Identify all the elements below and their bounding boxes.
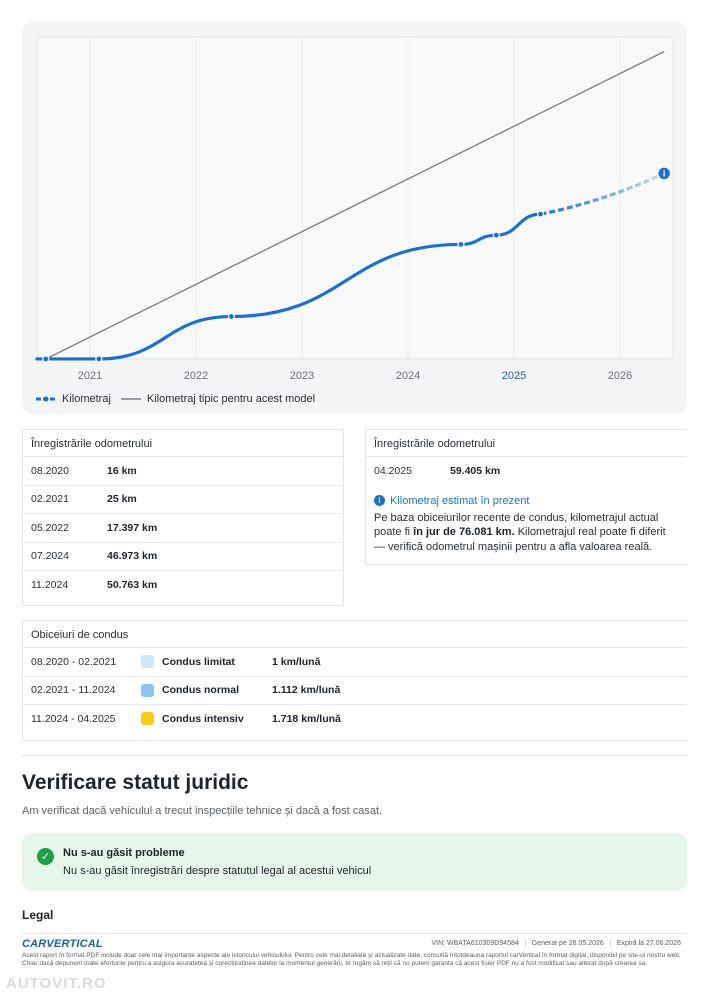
driving-color-swatch bbox=[141, 655, 154, 669]
check-circle-icon: ✓ bbox=[37, 848, 54, 865]
odometer-value: 50.763 km bbox=[107, 578, 158, 591]
driving-period: 11.2024 - 04.2025 bbox=[31, 712, 116, 725]
odometer-row: 08.2020 16 km bbox=[23, 456, 343, 485]
report-meta: VIN: WBATA610309D94584 Generat pe 28.05.… bbox=[425, 940, 687, 947]
driving-row: 02.2021 - 11.2024 Condus normal 1.112 km/l… bbox=[23, 675, 687, 705]
vin: VIN: WBATA610309D94584 bbox=[431, 940, 519, 947]
svg-text:i: i bbox=[663, 169, 666, 179]
estimate-info-icon[interactable]: i bbox=[656, 166, 672, 181]
driving-rate: 1.112 km/lună bbox=[272, 684, 341, 697]
legend-swatch-dashed bbox=[36, 394, 56, 404]
odometer-date: 07.2024 bbox=[31, 550, 69, 563]
odometer-value: 59.405 km bbox=[450, 464, 501, 477]
odometer-row: 07.2024 46.973 km bbox=[23, 541, 343, 571]
driving-period: 08.2020 - 02.2021 bbox=[31, 655, 117, 668]
mileage-point[interactable] bbox=[95, 355, 103, 363]
mileage-chart: 2021 2022 2023 2024 2025 2026 i bbox=[35, 36, 674, 382]
legal-status-heading: Verificare statut juridic bbox=[22, 771, 249, 794]
x-tick-label: 2026 bbox=[608, 370, 632, 382]
driving-row: 11.2024 - 04.2025 Condus intensiv 1.718 km… bbox=[23, 704, 687, 733]
driving-title: Obiceiuri de condus bbox=[31, 629, 129, 641]
estimate-heading: i Kilometraj estimat în prezent bbox=[374, 495, 679, 507]
legend-mileage-label: Kilometraj bbox=[62, 393, 111, 405]
driving-label: Condus normal bbox=[162, 684, 240, 697]
legal-status-subtitle: Am verificat dacă vehiculul a trecut ins… bbox=[22, 805, 383, 817]
odometer-records-left: Înregistrările odometrului 08.2020 16 km 0… bbox=[22, 429, 344, 606]
x-tick-label: 2025 bbox=[502, 370, 526, 382]
section-divider bbox=[22, 755, 687, 756]
driving-row: 08.2020 - 02.2021 Condus limitat 1 km/lună bbox=[23, 647, 687, 676]
driving-color-swatch bbox=[141, 683, 154, 697]
legend-swatch-solid bbox=[120, 394, 141, 404]
odometer-date: 05.2022 bbox=[31, 521, 69, 534]
driving-label: Condus intensiv bbox=[162, 712, 244, 725]
odometer-row: 04.2025 59.405 km bbox=[366, 456, 687, 485]
odometer-value: 25 km bbox=[107, 493, 137, 506]
odometer-records-right: Înregistrările odometrului 04.2025 59.405… bbox=[365, 429, 687, 565]
odometer-date: 11.2024 bbox=[31, 578, 69, 591]
legal-status-result: ✓ Nu s-au găsit probleme Nu s-au găsit î… bbox=[22, 833, 687, 891]
odometer-date: 02.2021 bbox=[31, 493, 69, 506]
mileage-point[interactable] bbox=[42, 355, 50, 363]
watermark: AUTOVIT.RO bbox=[6, 975, 107, 992]
driving-habits: Obiceiuri de condus 08.2020 - 02.2021 Con… bbox=[22, 620, 687, 741]
odometer-title: Înregistrările odometrului bbox=[31, 438, 153, 450]
estimate-title: Kilometraj estimat în prezent bbox=[390, 494, 530, 507]
odometer-value: 16 km bbox=[107, 464, 137, 477]
driving-color-swatch bbox=[141, 712, 154, 726]
odometer-date: 08.2020 bbox=[31, 464, 69, 477]
result-title: Nu s-au găsit probleme bbox=[63, 847, 185, 859]
odometer-row: 11.2024 50.763 km bbox=[23, 570, 343, 599]
x-tick-label: 2022 bbox=[184, 370, 208, 382]
result-text: Nu s-au găsit înregistrări despre statut… bbox=[63, 865, 372, 877]
odometer-value: 17.397 km bbox=[107, 521, 158, 534]
disclaimer: Acest raport în format PDF include doar … bbox=[22, 952, 681, 967]
mileage-point[interactable] bbox=[227, 312, 235, 321]
mileage-point[interactable] bbox=[492, 231, 500, 239]
odometer-row: 02.2021 25 km bbox=[23, 484, 343, 514]
x-tick-label: 2023 bbox=[290, 370, 314, 382]
driving-period: 02.2021 - 11.2024 bbox=[31, 684, 116, 697]
carvertical-logo: CARVERTICAL bbox=[22, 938, 103, 950]
x-tick-label: 2024 bbox=[396, 370, 420, 382]
generated-date: Generat pe 28.05.2026 bbox=[524, 940, 610, 947]
legend-item-typical: Kilometraj tipic pentru acest model bbox=[120, 393, 316, 405]
driving-rate: 1 km/lună bbox=[272, 655, 321, 668]
driving-rate: 1.718 km/lună bbox=[272, 712, 341, 725]
info-icon: i bbox=[374, 495, 385, 506]
legend-typical-label: Kilometraj tipic pentru acest model bbox=[146, 393, 316, 405]
odometer-value: 46.973 km bbox=[107, 550, 158, 563]
odometer-title-right: Înregistrările odometrului bbox=[374, 438, 496, 450]
driving-label: Condus limitat bbox=[162, 655, 235, 668]
x-tick-label: 2021 bbox=[78, 370, 102, 382]
legend-item-mileage: Kilometraj bbox=[36, 393, 111, 405]
plot-area bbox=[36, 36, 674, 360]
estimate-text: Pe baza obiceiurilor recente de condus, … bbox=[374, 511, 679, 555]
mileage-point[interactable] bbox=[457, 240, 465, 249]
odometer-row: 05.2022 17.397 km bbox=[23, 513, 343, 542]
chart-legend: Kilometraj Kilometraj tipic pentru acest… bbox=[36, 393, 325, 405]
mileage-point[interactable] bbox=[536, 210, 545, 218]
estimate-value: în jur de 76.081 km. bbox=[413, 526, 515, 538]
mileage-chart-card: 2021 2022 2023 2024 2025 2026 i Kilometraj Ki… bbox=[22, 22, 687, 414]
legal-heading: Legal bbox=[22, 908, 54, 922]
expiry-date: Expiră la 27.06.2026 bbox=[609, 940, 687, 947]
odometer-date: 04.2025 bbox=[374, 464, 412, 477]
footer-divider bbox=[22, 933, 687, 934]
